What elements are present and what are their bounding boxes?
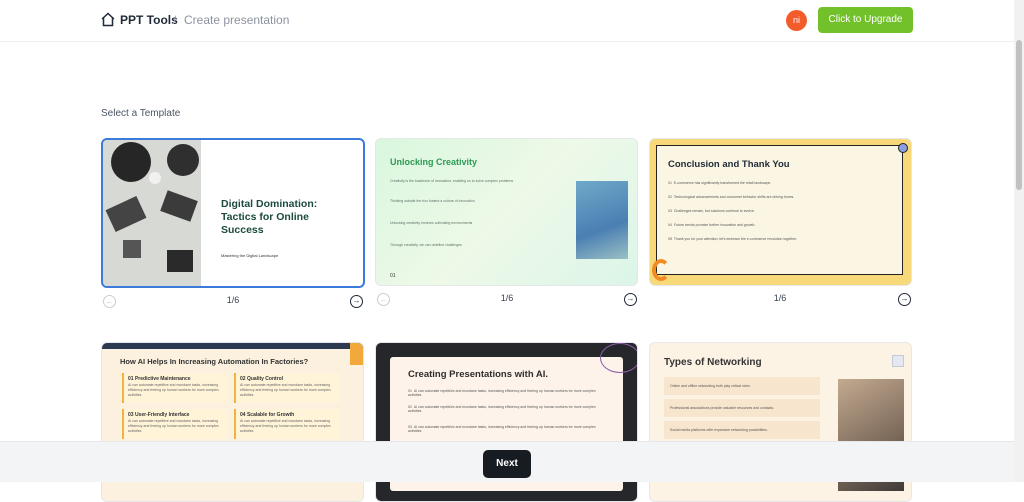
template-card-2[interactable]: Unlocking Creativity Creativity is the b… — [375, 138, 638, 286]
template-line: Thank you for your attention; let's embr… — [673, 237, 798, 241]
template-title: Types of Networking — [664, 357, 762, 368]
feature-title: 02 Quality Control — [240, 376, 284, 382]
list-number: 02 — [668, 195, 672, 199]
page-scrollbar[interactable] — [1014, 0, 1024, 482]
decor-arc — [652, 259, 670, 281]
template-line: Creativity is the backbone of innovation… — [390, 179, 514, 183]
top-header: PPT Tools / Create presentation ni Click… — [0, 0, 1014, 42]
decor-ring — [600, 343, 637, 373]
template-line: AI can automate repetitive and mundane t… — [408, 405, 596, 413]
next-slide-button[interactable]: → — [898, 293, 911, 306]
template-line: Challenges remain, but solutions continu… — [673, 209, 755, 213]
feature-title: 01 Predictive Maintenance — [128, 376, 191, 382]
feature-title: 04 Scalable for Growth — [240, 412, 295, 418]
user-avatar[interactable]: ni — [786, 10, 807, 31]
next-slide-button[interactable]: → — [624, 293, 637, 306]
feature-box: 03 User-Friendly Interface AI can automa… — [122, 409, 228, 439]
feature-box: 02 Quality Control AI can automate repet… — [234, 373, 340, 403]
template-title: Conclusion and Thank You — [668, 159, 790, 170]
template-line: AI can automate repetitive and mundane t… — [408, 425, 596, 433]
prev-slide-button[interactable]: ← — [103, 295, 116, 308]
template-photo — [103, 140, 201, 286]
template-line: Through creativity, we can redefine chal… — [390, 243, 462, 247]
list-number: 04 — [668, 223, 672, 227]
next-button[interactable]: Next — [483, 450, 531, 478]
feature-text: AI can automate repetitive and mundane t… — [240, 383, 331, 397]
upgrade-button[interactable]: Click to Upgrade — [818, 7, 913, 33]
template-line: Unlocking creativity involves cultivatin… — [390, 221, 473, 225]
decor-bar — [102, 343, 363, 349]
decor-square — [892, 355, 904, 367]
breadcrumb-separator: / — [173, 13, 177, 27]
feature-box: 04 Scalable for Growth AI can automate r… — [234, 409, 340, 439]
template-line: E-commerce has significantly transformed… — [673, 181, 772, 185]
template-title: Digital Domination: Tactics for Online S… — [221, 198, 318, 236]
slide-number: 01 — [390, 273, 396, 279]
template-title: Creating Presentations with AI. — [408, 369, 549, 380]
template-line: Future trends promise further innovation… — [673, 223, 756, 227]
template-title: How AI Helps In Increasing Automation In… — [120, 357, 309, 366]
template-row: Professional associations provide valuab… — [664, 399, 820, 417]
template-line: AI can automate repetitive and mundane t… — [408, 389, 596, 397]
template-image — [576, 181, 628, 259]
template-line: Technological advancements and consumer … — [673, 195, 795, 199]
list-number: 03 — [668, 209, 672, 213]
slide-pager: 1/6 — [500, 293, 514, 303]
decor-dot — [898, 143, 908, 153]
list-number: 05 — [668, 237, 672, 241]
feature-text: AI can automate repetitive and mundane t… — [240, 419, 331, 433]
feature-text: AI can automate repetitive and mundane t… — [128, 419, 219, 433]
breadcrumb-current-page: Create presentation — [184, 13, 290, 27]
slide-pager: 1/6 — [226, 295, 240, 305]
feature-box: 01 Predictive Maintenance AI can automat… — [122, 373, 228, 403]
brand-link[interactable]: PPT Tools — [120, 13, 178, 27]
next-slide-button[interactable]: → — [350, 295, 363, 308]
section-title: Select a Template — [101, 108, 181, 119]
slide-pager: 1/6 — [773, 293, 787, 303]
template-title: Unlocking Creativity — [390, 157, 478, 167]
list-number: 01 — [668, 181, 672, 185]
template-line: Thinking outside the box fosters a cultu… — [390, 199, 475, 203]
template-row: Social media platforms offer expansive n… — [664, 421, 820, 439]
feature-title: 03 User-Friendly Interface — [128, 412, 190, 418]
feature-text: AI can automate repetitive and mundane t… — [128, 383, 219, 397]
template-card-1[interactable]: Digital Domination: Tactics for Online S… — [101, 138, 365, 288]
decor-block — [350, 343, 363, 365]
template-row: Online and offline networking both play … — [664, 377, 820, 395]
template-subtitle: Mastering the Digital Landscape — [221, 253, 279, 258]
home-icon[interactable] — [101, 12, 115, 27]
scrollbar-thumb[interactable] — [1016, 40, 1022, 190]
prev-slide-button[interactable]: ← — [377, 293, 390, 306]
template-card-3[interactable]: Conclusion and Thank You 01 E-commerce h… — [649, 138, 912, 286]
bottom-action-bar: Next — [0, 441, 1014, 482]
